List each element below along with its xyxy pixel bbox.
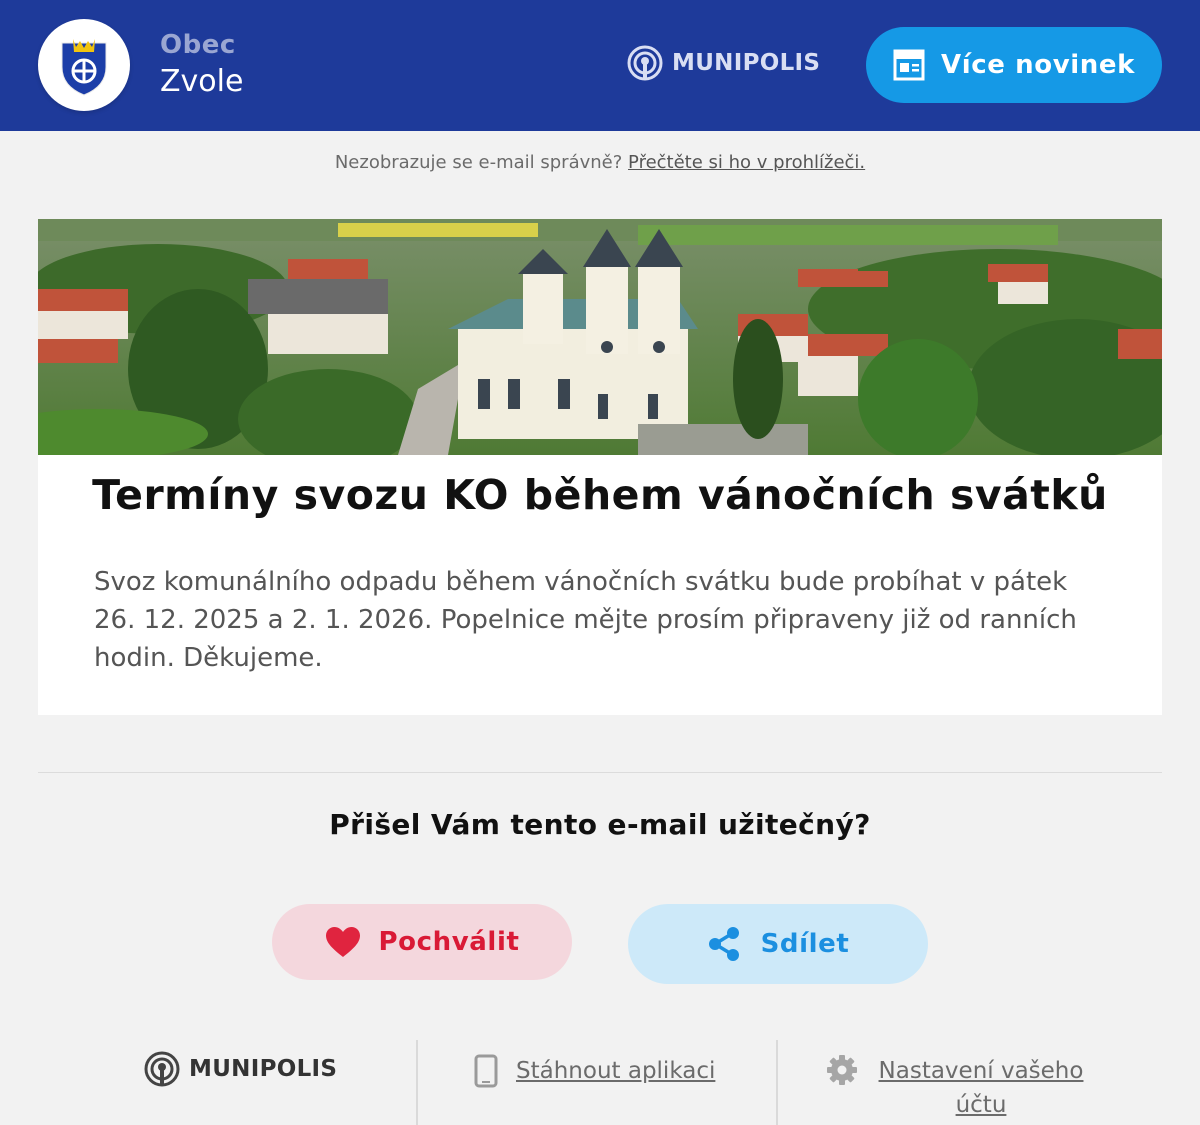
feedback-question: Přišel Vám tento e-mail užitečný? bbox=[329, 808, 871, 841]
smartphone-icon bbox=[474, 1054, 498, 1088]
brand-name: MUNIPOLIS bbox=[672, 50, 821, 76]
share-button[interactable]: Sdílet bbox=[628, 904, 928, 984]
article-card: Termíny svozu KO během vánočních svátků … bbox=[38, 219, 1162, 715]
org-type: Obec bbox=[160, 30, 236, 60]
gear-icon bbox=[827, 1055, 857, 1085]
footer-separator bbox=[416, 1040, 418, 1125]
more-news-label: Více novinek bbox=[941, 50, 1135, 80]
download-app-link[interactable]: Stáhnout aplikaci bbox=[516, 1054, 715, 1088]
article-hero-image bbox=[38, 219, 1162, 455]
footer-brand-name: MUNIPOLIS bbox=[189, 1056, 338, 1082]
article-title: Termíny svozu KO během vánočních svátků bbox=[92, 471, 1108, 519]
praise-label: Pochválit bbox=[378, 927, 520, 957]
munipolis-brand[interactable]: MUNIPOLIS bbox=[626, 44, 820, 82]
coat-of-arms-icon bbox=[61, 39, 107, 96]
preheader: Nezobrazuje se e-mail správně? Přečtěte … bbox=[0, 152, 1200, 173]
org-name: Zvole bbox=[160, 64, 244, 99]
article-body: Svoz komunálního odpadu během vánočních … bbox=[94, 567, 1077, 673]
footer-separator bbox=[776, 1040, 778, 1125]
email-header: Obec Zvole MUNIPOLIS Více novinek bbox=[0, 0, 1200, 131]
share-label: Sdílet bbox=[760, 929, 850, 959]
download-app-link-wrap: Stáhnout aplikaci bbox=[474, 1054, 715, 1088]
more-news-button[interactable]: Více novinek bbox=[866, 27, 1162, 103]
broadcast-icon bbox=[627, 45, 663, 81]
share-icon bbox=[708, 927, 739, 961]
heart-icon bbox=[325, 927, 360, 957]
broadcast-icon bbox=[144, 1051, 180, 1087]
settings-link-wrap: Nastavení vašeho účtu bbox=[826, 1054, 1086, 1122]
newspaper-icon bbox=[893, 49, 925, 81]
praise-button[interactable]: Pochválit bbox=[272, 904, 572, 980]
preheader-text: Nezobrazuje se e-mail správně? bbox=[334, 152, 623, 173]
footer-munipolis-brand[interactable]: MUNIPOLIS bbox=[143, 1050, 337, 1088]
municipality-logo[interactable] bbox=[38, 19, 130, 111]
view-in-browser-link[interactable]: Přečtěte si ho v prohlížeči. bbox=[628, 152, 865, 173]
account-settings-link[interactable]: Nastavení vašeho účtu bbox=[876, 1054, 1086, 1122]
section-divider bbox=[38, 772, 1162, 773]
village-church-photo bbox=[38, 219, 1162, 455]
